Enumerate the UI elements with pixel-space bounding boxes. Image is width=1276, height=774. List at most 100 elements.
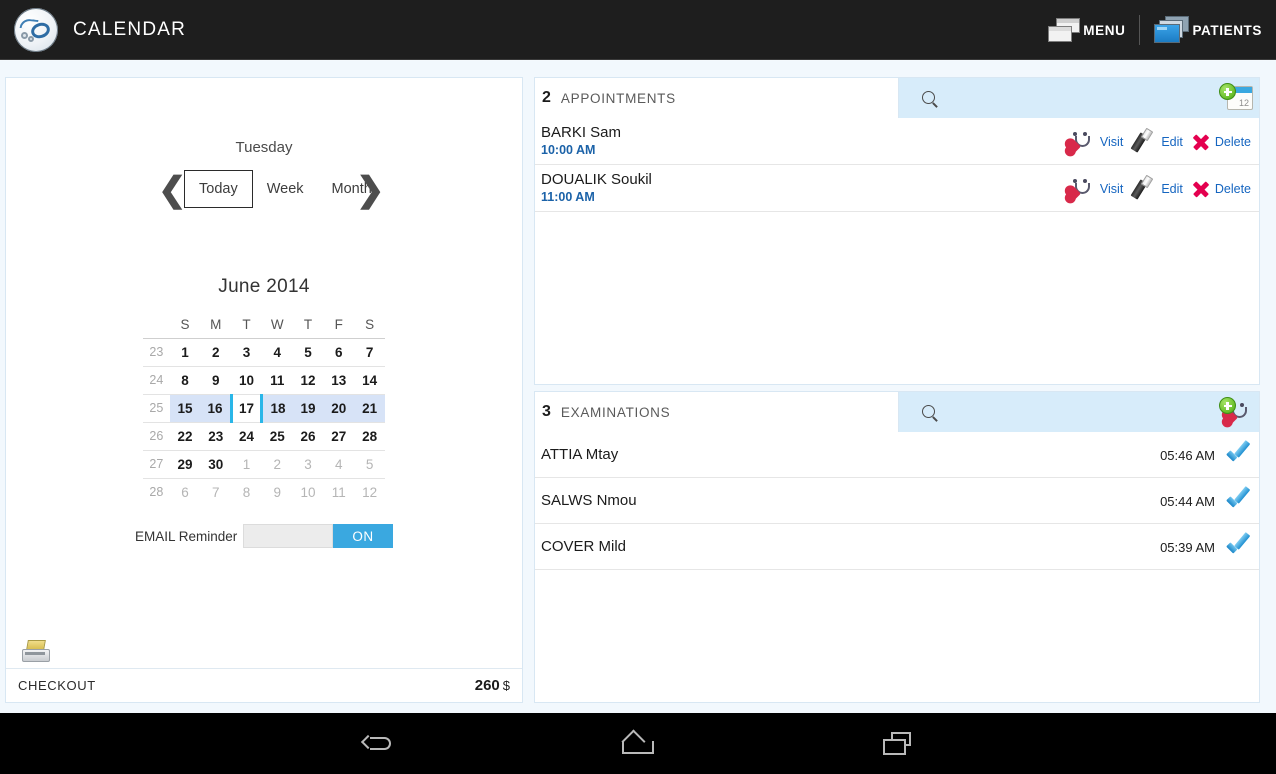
weekday-header-row: SMTWTFS [143, 312, 385, 338]
calendar-day[interactable]: 2 [261, 449, 293, 478]
calendar-day[interactable]: 11 [323, 477, 355, 506]
calendar-day[interactable]: 18 [261, 393, 293, 422]
calendar-day[interactable]: 3 [231, 337, 262, 366]
calendar-day[interactable]: 1 [169, 337, 201, 366]
calendar-day[interactable]: 12 [354, 477, 385, 506]
week-number-cell: 25 [143, 393, 170, 422]
examinations-tab[interactable]: 3 EXAMINATIONS [535, 392, 899, 432]
calendar-day[interactable]: 10 [231, 365, 262, 394]
calendar-day[interactable]: 20 [323, 393, 355, 422]
week-number-cell: 23 [143, 337, 170, 366]
checkout-total: 260 $ [475, 677, 510, 695]
top-app-bar: CALENDAR MENU PATIENTS [0, 0, 1276, 60]
examinations-search-button[interactable] [899, 392, 959, 432]
calendar-day[interactable]: 7 [354, 337, 385, 366]
edit-button[interactable]: Edit [1130, 174, 1183, 201]
toggle-track [243, 524, 333, 548]
examination-row[interactable]: ATTIA Mtay 05:46 AM [535, 432, 1259, 478]
view-week-button[interactable]: Week [253, 170, 318, 208]
appointment-actions: Visit Edit Delete [1060, 165, 1251, 212]
calendar-day[interactable]: 8 [169, 365, 201, 394]
calendar-day[interactable]: 22 [169, 421, 201, 450]
week-number-cell: 28 [143, 477, 170, 506]
appointment-row[interactable]: DOUALIK Soukil 11:00 AM Visit Edit Delete [535, 165, 1259, 212]
calendar-day[interactable]: 2 [200, 337, 232, 366]
appointments-tab[interactable]: 2 APPOINTMENTS [535, 78, 899, 118]
blue-check-icon[interactable] [1225, 486, 1251, 512]
calendar-day[interactable]: 16 [200, 393, 232, 422]
view-switcher: ❮ Today Week Month ❯ [6, 164, 522, 218]
examination-row[interactable]: SALWS Nmou 05:44 AM [535, 478, 1259, 524]
delete-label: Delete [1214, 181, 1251, 196]
calendar-day[interactable]: 29 [169, 449, 201, 478]
patients-button[interactable]: PATIENTS [1146, 0, 1270, 60]
calendar-day[interactable]: 21 [354, 393, 385, 422]
delete-button[interactable]: Delete [1191, 132, 1251, 152]
calendar-day-selected[interactable]: 17 [229, 393, 264, 422]
calendar-day[interactable]: 6 [323, 337, 355, 366]
week-number-header [143, 312, 170, 338]
back-button[interactable] [348, 724, 408, 764]
recents-button[interactable] [868, 724, 928, 764]
examinations-panel: 3 EXAMINATIONS ATTIA Mtay 05:46 AM SALWS N… [534, 391, 1260, 703]
menu-button[interactable]: MENU [1039, 0, 1133, 60]
blue-check-icon[interactable] [1225, 532, 1251, 558]
calendar-day[interactable]: 9 [200, 365, 232, 394]
calendar-day[interactable]: 13 [323, 365, 355, 394]
appointment-time: 10:00 AM [541, 143, 596, 157]
calendar-day[interactable]: 30 [200, 449, 232, 478]
calendar-day[interactable]: 19 [292, 393, 324, 422]
email-reminder-toggle[interactable]: ON [243, 524, 393, 548]
calendar-day[interactable]: 4 [261, 337, 293, 366]
calendar-day[interactable]: 15 [169, 393, 201, 422]
calendar-day[interactable]: 3 [292, 449, 324, 478]
pen-icon [1130, 174, 1157, 201]
calendar-day[interactable]: 12 [292, 365, 324, 394]
calendar-day[interactable]: 25 [261, 421, 293, 450]
back-arrow-icon [360, 733, 393, 755]
calendar-day[interactable]: 28 [354, 421, 385, 450]
visit-button[interactable]: Visit [1065, 177, 1123, 201]
examination-row[interactable]: COVER Mild 05:39 AM [535, 524, 1259, 570]
blue-check-icon[interactable] [1225, 440, 1251, 466]
calendar-day[interactable]: 6 [169, 477, 201, 506]
stethoscope-logo-icon [14, 7, 58, 52]
calendar-day[interactable]: 9 [261, 477, 293, 506]
calendar-day[interactable]: 5 [354, 449, 385, 478]
chevron-right-icon[interactable]: ❯ [356, 173, 385, 207]
edit-button[interactable]: Edit [1130, 127, 1183, 154]
edit-label: Edit [1161, 181, 1183, 196]
calendar-day[interactable]: 26 [292, 421, 324, 450]
calendar-day[interactable]: 23 [200, 421, 232, 450]
plus-badge-icon [1219, 83, 1236, 100]
checkout-bar[interactable]: CHECKOUT 260 $ [6, 668, 522, 702]
calendar-day[interactable]: 11 [261, 365, 293, 394]
calendar-day[interactable]: 7 [200, 477, 232, 506]
appointment-row[interactable]: BARKI Sam 10:00 AM Visit Edit Delete [535, 118, 1259, 165]
appointment-info: DOUALIK Soukil 11:00 AM [541, 170, 652, 206]
delete-button[interactable]: Delete [1191, 179, 1251, 199]
calendar-day[interactable]: 14 [354, 365, 385, 394]
checkout-currency: $ [502, 677, 510, 693]
examination-time: 05:46 AM [1160, 447, 1215, 463]
calendar-day[interactable]: 27 [323, 421, 355, 450]
week-row: 26 22 23 24 25 26 27 28 [143, 421, 385, 450]
search-icon [921, 404, 938, 422]
calendar-day[interactable]: 10 [292, 477, 324, 506]
calendar-day[interactable]: 8 [231, 477, 262, 506]
weekday-header: T [303, 317, 313, 333]
weekday-header: T [242, 317, 251, 333]
visit-button[interactable]: Visit [1065, 130, 1123, 154]
calendar-day[interactable]: 5 [292, 337, 324, 366]
calendar-day[interactable]: 24 [231, 421, 262, 450]
calendar-day[interactable]: 1 [231, 449, 262, 478]
view-today-button[interactable]: Today [184, 170, 253, 208]
home-button[interactable] [608, 724, 668, 764]
appointments-search-button[interactable] [899, 78, 959, 118]
app-root: CALENDAR MENU PATIENTS Tuesday ❮ Today W… [0, 0, 1276, 774]
add-appointment-button[interactable]: 12 [1219, 83, 1253, 113]
cash-register-icon[interactable] [20, 638, 54, 664]
chevron-left-icon[interactable]: ❮ [158, 173, 187, 207]
calendar-day[interactable]: 4 [323, 449, 355, 478]
add-examination-button[interactable] [1219, 397, 1253, 427]
